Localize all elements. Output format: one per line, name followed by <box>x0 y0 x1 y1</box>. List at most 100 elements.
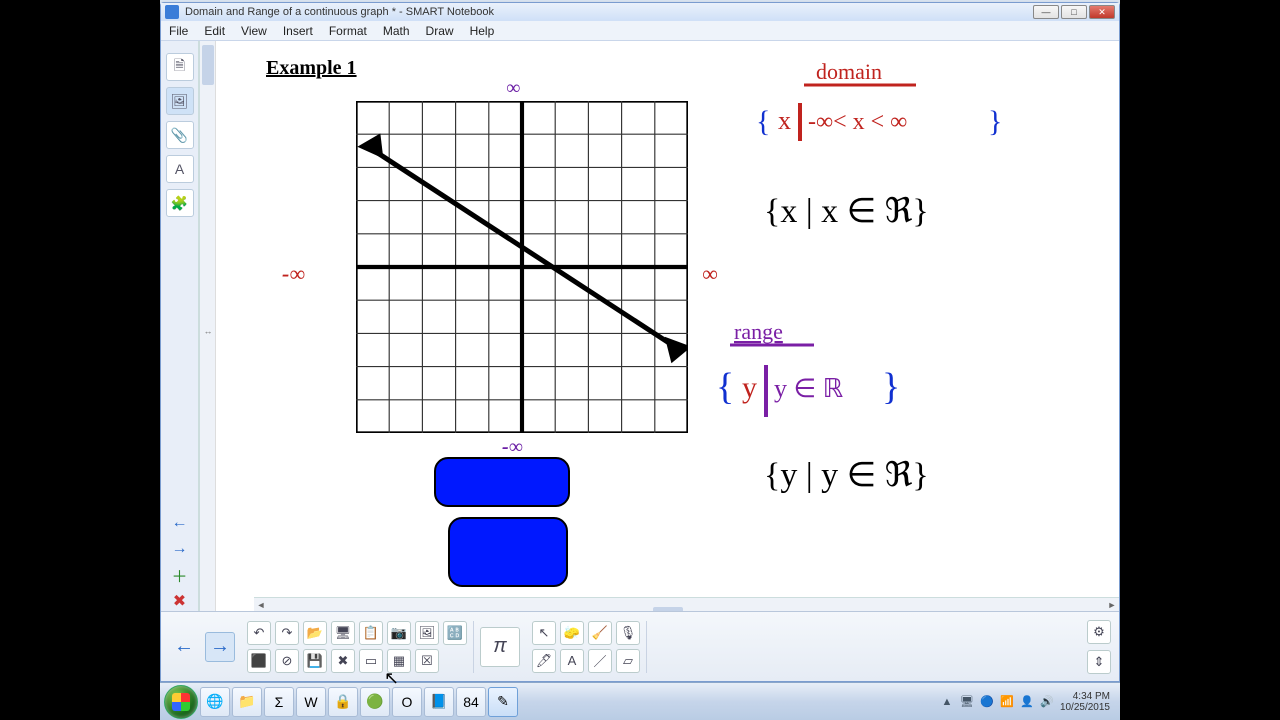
domain-annotation: domain { x -∞< x < ∞ } <box>756 59 1016 174</box>
taskbar-smartnotebook-icon[interactable]: ✎ <box>488 687 518 717</box>
tray-up-icon[interactable]: ▲ <box>940 695 954 709</box>
taskbar-explorer-icon[interactable]: 📁 <box>232 687 262 717</box>
menu-bar: File Edit View Insert Format Math Draw H… <box>161 21 1119 41</box>
menu-edit[interactable]: Edit <box>204 24 225 38</box>
vertical-scrollbar[interactable]: ↔ <box>199 41 215 611</box>
save-button[interactable]: 💾 <box>303 649 327 673</box>
svg-text:y ∈ ℝ: y ∈ ℝ <box>774 374 844 403</box>
shape-button[interactable]: ▱ <box>616 649 640 673</box>
domain-set-notation: {x | x ∈ ℜ} <box>764 191 929 231</box>
scroll-handle-icon[interactable]: ↔ <box>202 326 214 336</box>
taskbar[interactable]: 🌐 📁 Σ W 🔒 🟢 O 📘 84 ✎ ▲ 🖥 🔵 📶 👤 🔊 4:34 PM… <box>160 682 1120 720</box>
clear-button[interactable]: ☒ <box>415 649 439 673</box>
svg-text:-∞< x < ∞: -∞< x < ∞ <box>808 109 907 135</box>
range-annotation: range { y y ∈ ℝ } <box>716 317 936 452</box>
capture-button[interactable]: 📷 <box>387 621 411 645</box>
svg-text:}: } <box>882 366 900 408</box>
scroll-right-icon[interactable]: ► <box>1105 600 1119 610</box>
text-button[interactable]: A <box>560 649 584 673</box>
gallery-icon[interactable]: 🖼 <box>166 87 194 115</box>
menu-file[interactable]: File <box>169 24 188 38</box>
scroll-thumb[interactable] <box>202 45 214 85</box>
record-button[interactable]: 🎙 <box>616 621 640 645</box>
taskbar-ie-icon[interactable]: 🌐 <box>200 687 230 717</box>
scroll-left-icon[interactable]: ◄ <box>254 600 268 610</box>
tray-network-icon[interactable]: 📶 <box>1000 695 1014 709</box>
attachment-icon[interactable]: 📎 <box>166 121 194 149</box>
menu-draw[interactable]: Draw <box>426 24 454 38</box>
tray-volume-icon[interactable]: 🔊 <box>1040 695 1054 709</box>
math-pi-button[interactable]: π <box>480 627 520 667</box>
taskbar-chrome-icon[interactable]: 🟢 <box>360 687 390 717</box>
pen-button[interactable]: 🖊 <box>532 649 556 673</box>
select-tool-button[interactable]: ↖ <box>532 621 556 645</box>
settings-button[interactable]: ⚙ <box>1087 620 1111 644</box>
toolbar-edit-group: ↶ ↷ 📂 🖥 📋 📷 🖼 🔠 ⬛ ⊘ 💾 ✖ ▭ ▦ ☒ <box>241 621 474 673</box>
expand-button[interactable]: ⇕ <box>1087 650 1111 674</box>
menu-math[interactable]: Math <box>383 24 410 38</box>
page-sorter-icon[interactable]: 🗎 <box>166 53 194 81</box>
page-canvas[interactable]: Example 1 ∞ -∞ ∞ -∞ <box>215 41 1119 611</box>
undo-button[interactable]: ↶ <box>247 621 271 645</box>
image-button[interactable]: 🖼 <box>415 621 439 645</box>
newslide-button[interactable]: ⬛ <box>247 649 271 673</box>
taskbar-outlook-icon[interactable]: O <box>392 687 422 717</box>
tray-blue-icon[interactable]: 🔵 <box>980 695 994 709</box>
svg-text:domain: domain <box>816 59 882 84</box>
next-page-button[interactable]: → <box>168 539 192 559</box>
menu-help[interactable]: Help <box>470 24 495 38</box>
menu-view[interactable]: View <box>241 24 267 38</box>
taskbar-lock-icon[interactable]: 🔒 <box>328 687 358 717</box>
range-set-notation: {y | y ∈ ℜ} <box>764 455 929 495</box>
redo-button[interactable]: ↷ <box>275 621 299 645</box>
close-button[interactable]: ✕ <box>1089 5 1115 19</box>
neg-infinity-left-label: -∞ <box>282 261 305 287</box>
coordinate-grid <box>356 101 688 433</box>
open-button[interactable]: 📂 <box>303 621 327 645</box>
svg-text:{: { <box>756 105 770 138</box>
table-button[interactable]: ▦ <box>387 649 411 673</box>
svg-text:range: range <box>734 319 783 344</box>
work-area: 🗎 🖼 📎 A 🧩 ← → ＋ ✖ ↔ Example 1 ∞ -∞ ∞ <box>161 41 1119 611</box>
menu-insert[interactable]: Insert <box>283 24 313 38</box>
delslide-button[interactable]: ⊘ <box>275 649 299 673</box>
svg-text:y: y <box>742 371 757 404</box>
paste-button[interactable]: 📋 <box>359 621 383 645</box>
tray-user-icon[interactable]: 👤 <box>1020 695 1034 709</box>
horizontal-scrollbar[interactable]: ◄ ► <box>254 597 1119 611</box>
taskbar-book-icon[interactable]: 📘 <box>424 687 454 717</box>
addon-icon[interactable]: 🧩 <box>166 189 194 217</box>
add-page-button[interactable]: ＋ <box>168 565 192 585</box>
toolbar-next-button[interactable]: → <box>205 632 235 662</box>
system-tray[interactable]: ▲ 🖥 🔵 📶 👤 🔊 4:34 PM 10/25/2015 <box>940 691 1116 713</box>
eraser-button[interactable]: 🧽 <box>560 621 584 645</box>
minimize-button[interactable]: — <box>1033 5 1059 19</box>
shade-button[interactable]: ▭ <box>359 649 383 673</box>
delete-page-button[interactable]: ✖ <box>168 591 192 611</box>
font-button[interactable]: 🔠 <box>443 621 467 645</box>
delete-button[interactable]: ✖ <box>331 649 355 673</box>
app-icon <box>165 5 179 19</box>
prev-page-button[interactable]: ← <box>168 513 192 533</box>
date-label: 10/25/2015 <box>1060 702 1110 713</box>
blue-box-2[interactable] <box>448 517 568 587</box>
taskbar-word-icon[interactable]: W <box>296 687 326 717</box>
start-button[interactable] <box>164 685 198 719</box>
tray-monitor-icon[interactable]: 🖥 <box>960 695 974 709</box>
titlebar[interactable]: Domain and Range of a continuous graph *… <box>161 3 1119 21</box>
app-window: Domain and Range of a continuous graph *… <box>160 2 1120 682</box>
maximize-button[interactable]: □ <box>1061 5 1087 19</box>
menu-format[interactable]: Format <box>329 24 367 38</box>
page-title: Example 1 <box>266 57 357 80</box>
toolbar-prev-button[interactable]: ← <box>169 632 199 662</box>
line-button[interactable]: ／ <box>588 649 612 673</box>
taskbar-calc-icon[interactable]: 84 <box>456 687 486 717</box>
text-tool-icon[interactable]: A <box>166 155 194 183</box>
blue-box-1[interactable] <box>434 457 570 507</box>
clock[interactable]: 4:34 PM 10/25/2015 <box>1060 691 1110 713</box>
taskbar-sigma-icon[interactable]: Σ <box>264 687 294 717</box>
bottom-toolbar: ← → ↶ ↷ 📂 🖥 📋 📷 🖼 🔠 ⬛ ⊘ 💾 ✖ <box>161 611 1119 681</box>
svg-text:{: { <box>716 366 734 408</box>
clearink-button[interactable]: 🧹 <box>588 621 612 645</box>
screen-button[interactable]: 🖥 <box>331 621 355 645</box>
